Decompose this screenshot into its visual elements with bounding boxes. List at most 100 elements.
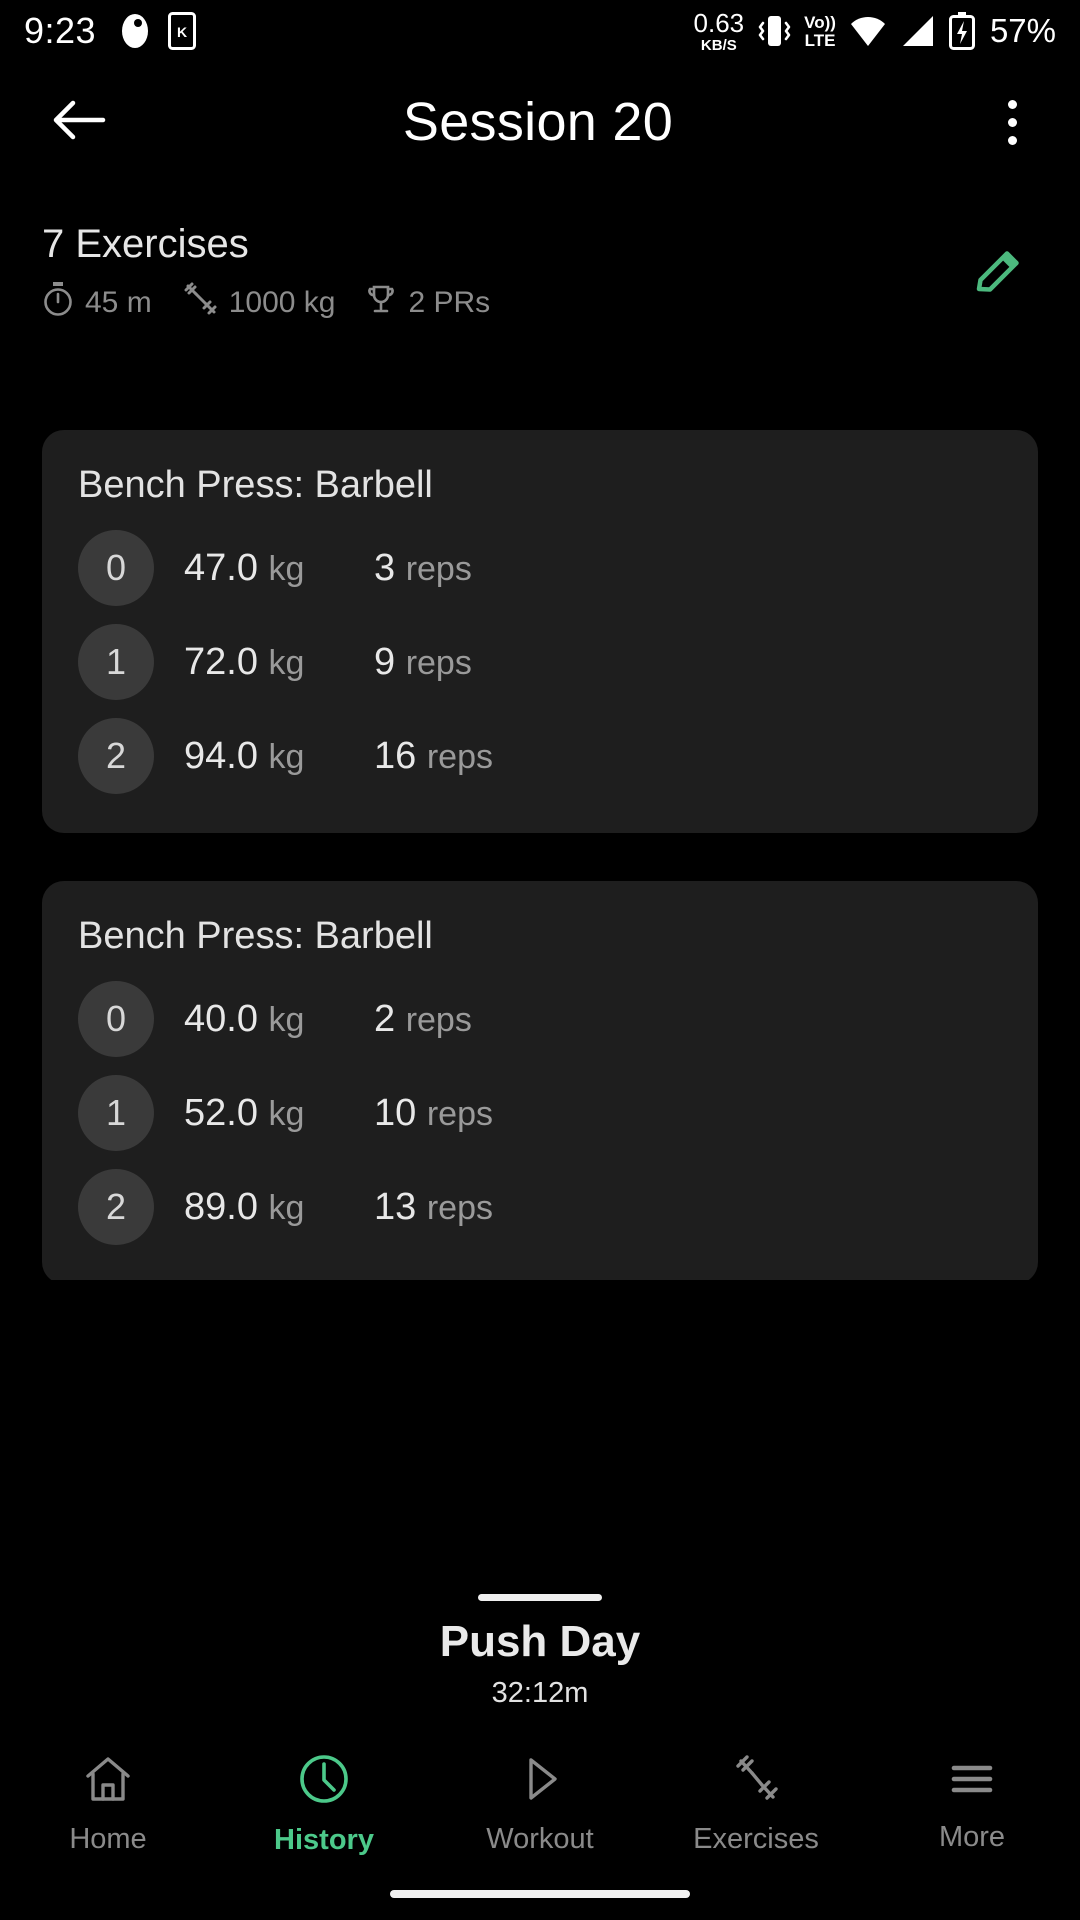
network-speed-unit: KB/S [700,36,737,54]
stat-volume-value: 1000 kg [228,286,336,319]
set-weight: 52.0 kg [184,1092,374,1135]
set-reps: 3 reps [374,547,472,590]
set-weight-unit: kg [268,1000,305,1039]
dumbbell-icon [182,282,218,324]
set-reps-unit: reps [405,1000,472,1039]
stopwatch-icon [42,282,74,324]
more-vertical-icon [1007,99,1017,145]
active-workout-title: Push Day [439,1617,641,1666]
vibrate-icon [757,11,791,51]
exercise-name: Bench Press: Barbell [78,915,433,957]
app-screen: 9:23 K 0.63 KB/S Vo)) LTE 57% Session 20… [0,0,1080,1920]
menu-icon [946,1756,998,1807]
play-icon [514,1754,566,1809]
nav-label-history: History [274,1824,374,1856]
set-weight: 72.0 kg [184,641,374,684]
set-weight: 47.0 kg [184,547,374,590]
set-weight-value: 52.0 [184,1091,258,1134]
battery-percent-label: 57% [989,12,1056,49]
set-weight-unit: kg [268,549,305,588]
nav-item-home[interactable]: Home [0,1754,216,1856]
nav-item-history[interactable]: History [216,1753,432,1857]
nav-item-workout[interactable]: Workout [432,1754,648,1856]
nav-item-more[interactable]: More [864,1756,1080,1854]
set-row: 2 89.0 kg 13 reps [78,1160,1002,1254]
set-weight-value: 47.0 [184,546,258,589]
set-row: 0 40.0 kg 2 reps [78,972,1002,1066]
set-reps-unit: reps [426,1094,493,1133]
set-index-badge: 0 [78,981,154,1057]
notification-icon [118,12,152,50]
nav-label-home: Home [69,1823,147,1855]
battery-charging-icon [948,12,975,50]
volte-top-label: Vo)) [804,12,836,32]
set-index-badge: 2 [78,718,154,794]
pencil-icon [971,245,1027,306]
exercise-name: Bench Press: Barbell [78,464,433,506]
set-reps-value: 2 [374,997,396,1040]
set-weight-value: 40.0 [184,997,258,1040]
exercise-card[interactable]: Bench Press: Barbell 0 47.0 kg 3 reps 1 … [42,430,1038,833]
edit-session-button[interactable] [960,236,1038,314]
set-weight-value: 94.0 [184,734,258,777]
set-weight-value: 89.0 [184,1185,258,1228]
nav-label-more: More [938,1821,1006,1853]
set-weight: 89.0 kg [184,1186,374,1229]
set-reps: 9 reps [374,641,472,684]
session-summary: 7 Exercises 45 m 1000 kg 2 PRs [0,222,1080,324]
status-bar: 9:23 K 0.63 KB/S Vo)) LTE 57% [0,0,1080,62]
sim-card-icon: K [168,12,197,50]
set-weight-unit: kg [268,643,305,682]
set-weight: 40.0 kg [184,998,374,1041]
set-row: 1 72.0 kg 9 reps [78,615,1002,709]
summary-text-group: 7 Exercises 45 m 1000 kg 2 PRs [42,222,960,324]
set-reps-value: 3 [374,546,396,589]
home-icon [82,1754,134,1809]
app-bar: Session 20 [0,62,1080,182]
network-speed-indicator: 0.63 KB/S [694,10,745,53]
gesture-navigation-bar[interactable] [390,1890,690,1898]
set-weight-value: 72.0 [184,640,258,683]
set-index-badge: 2 [78,1169,154,1245]
set-row: 1 52.0 kg 10 reps [78,1066,1002,1160]
drag-handle[interactable] [478,1594,602,1601]
stat-prs: 2 PRs [365,282,490,324]
set-weight: 94.0 kg [184,735,374,778]
stat-volume: 1000 kg [182,282,336,324]
set-row: 0 47.0 kg 3 reps [78,521,1002,615]
active-workout-duration: 32:12m [491,1677,589,1709]
summary-stats-row: 45 m 1000 kg 2 PRs [42,282,960,324]
nav-item-exercises[interactable]: Exercises [648,1754,864,1856]
set-index-badge: 0 [78,530,154,606]
exercise-card[interactable]: Bench Press: Barbell 0 40.0 kg 2 reps 1 … [42,881,1038,1280]
stat-duration-value: 45 m [85,286,152,319]
overflow-menu-button[interactable] [962,67,1062,177]
stat-prs-value: 2 PRs [408,286,491,319]
stat-duration: 45 m [42,282,152,324]
set-row: 2 94.0 kg 16 reps [78,709,1002,803]
exercise-card-list[interactable]: Bench Press: Barbell 0 47.0 kg 3 reps 1 … [0,430,1080,1280]
signal-icon [900,14,936,48]
set-weight-unit: kg [268,1188,305,1227]
active-workout-sheet[interactable]: Push Day 32:12m [0,1580,1080,1740]
set-reps: 13 reps [374,1186,493,1229]
nav-label-exercises: Exercises [693,1823,819,1855]
set-index-badge: 1 [78,1075,154,1151]
set-index-badge: 1 [78,624,154,700]
set-reps: 16 reps [374,735,493,778]
set-weight-unit: kg [268,1094,305,1133]
clock-icon [298,1753,350,1810]
wifi-icon [849,14,887,48]
set-reps-unit: reps [405,643,472,682]
status-bar-notification-icons: K [118,12,197,50]
network-speed-value: 0.63 [693,7,745,38]
set-reps-unit: reps [426,1188,493,1227]
set-reps-value: 9 [374,640,396,683]
page-title: Session 20 [402,92,674,152]
svg-text:K: K [177,24,187,40]
set-reps-value: 16 [374,734,417,777]
set-reps-unit: reps [405,549,472,588]
status-bar-clock: 9:23 [24,10,97,51]
volte-bottom-label: LTE [804,30,836,50]
volte-icon: Vo)) LTE [804,14,836,49]
